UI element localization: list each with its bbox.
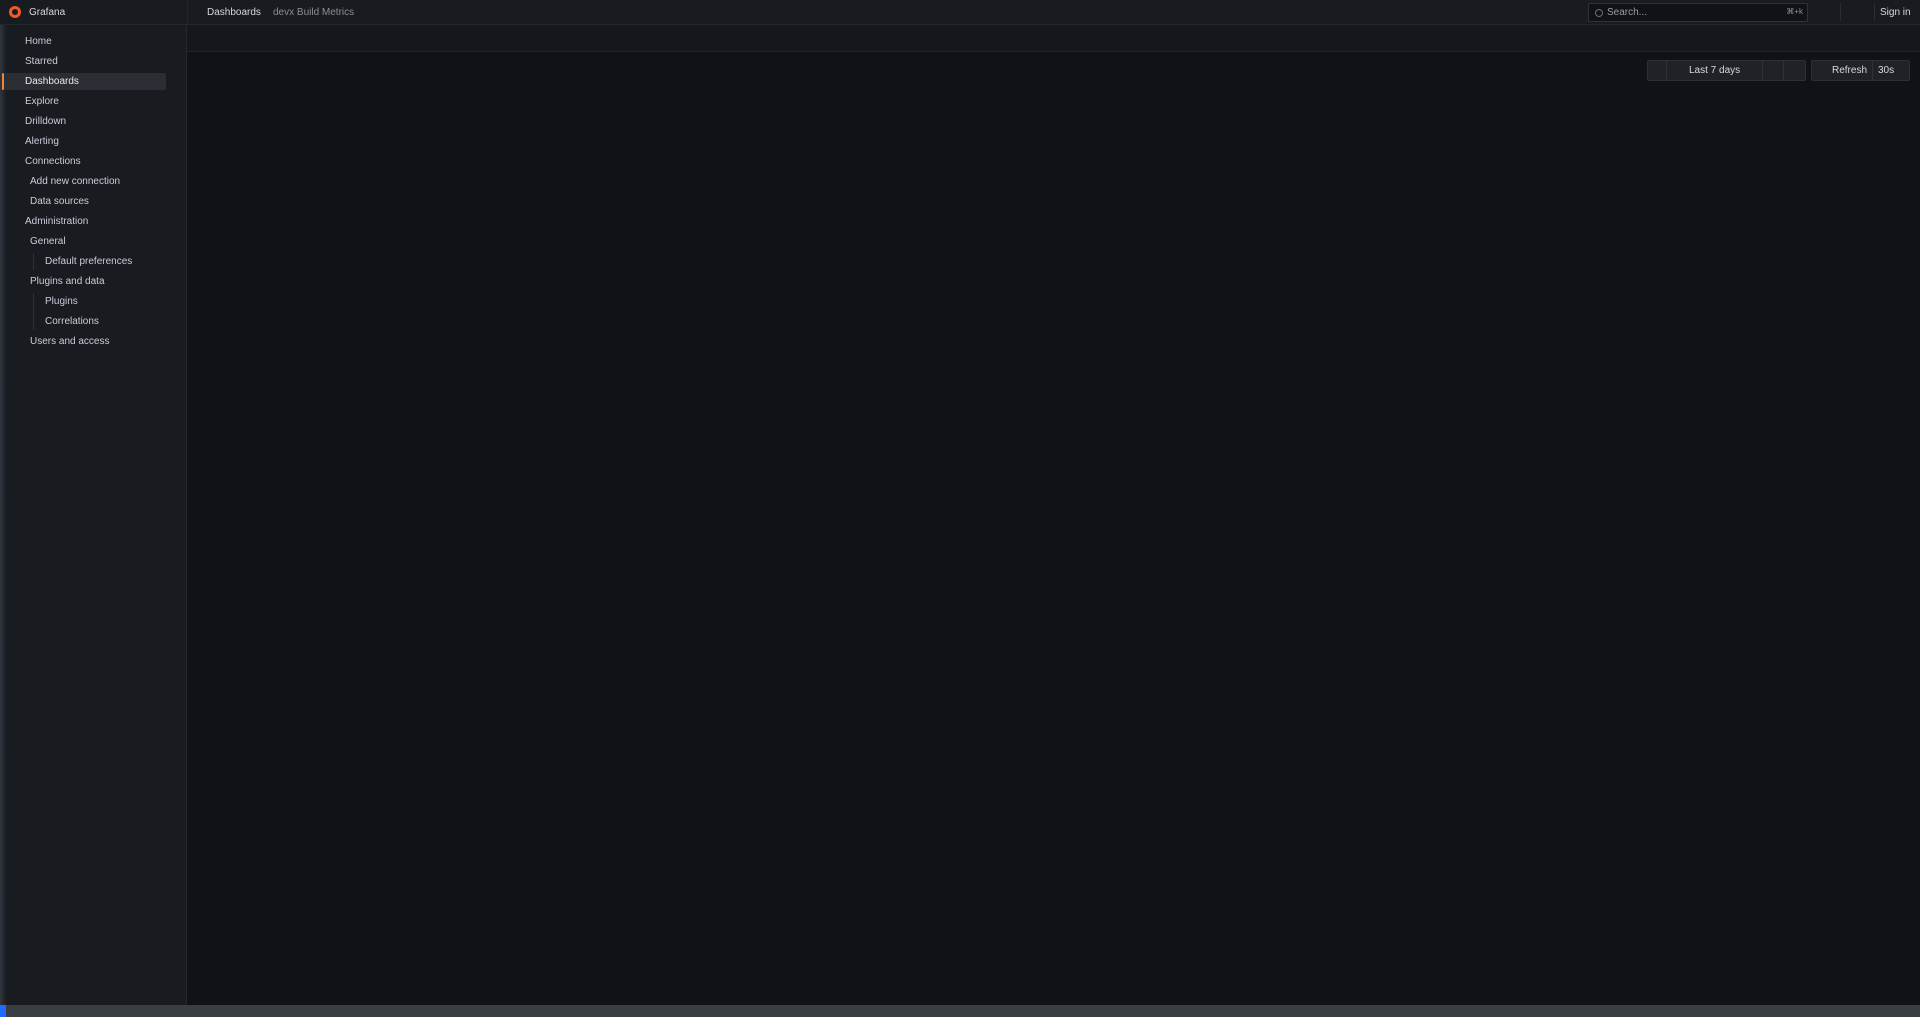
time-range-picker[interactable]: Last 7 days <box>1647 60 1806 81</box>
refresh-interval-select[interactable]: 30s <box>1878 65 1894 76</box>
tree-guide-line <box>33 253 34 270</box>
time-range-label[interactable]: Last 7 days <box>1689 65 1740 76</box>
sidebar-item-explore[interactable]: Explore <box>25 93 59 110</box>
search-shortcut: ⌘+k <box>1786 7 1803 16</box>
tree-guide-line <box>33 293 34 330</box>
divider <box>1762 61 1763 80</box>
sidebar-item-plugins[interactable]: Plugins <box>45 293 78 310</box>
divider <box>1874 3 1875 21</box>
sidebar-item-plugins-and-data[interactable]: Plugins and data <box>30 273 105 290</box>
sidebar-item-add-new-connection[interactable]: Add new connection <box>30 173 120 190</box>
refresh-button[interactable]: Refresh <box>1832 65 1867 76</box>
divider <box>1872 61 1873 80</box>
sidebar-item-alerting[interactable]: Alerting <box>25 133 59 150</box>
refresh-picker[interactable]: Refresh 30s <box>1811 60 1910 81</box>
divider <box>1840 3 1841 21</box>
sidebar-item-general[interactable]: General <box>30 233 66 250</box>
sidebar-item-data-sources[interactable]: Data sources <box>30 193 89 210</box>
top-nav-bar: Grafana Dashboards devx Build Metrics Se… <box>0 0 1920 25</box>
search-icon <box>1595 9 1603 17</box>
dashboard-toolbar <box>187 25 1920 52</box>
sidebar-item-correlations[interactable]: Correlations <box>45 313 99 330</box>
search-input[interactable]: Search... ⌘+k <box>1588 3 1808 22</box>
sidebar-item-label: Dashboards <box>25 76 79 87</box>
sidebar-item-dashboards[interactable]: Dashboards <box>2 73 166 90</box>
app-name: Grafana <box>29 7 66 18</box>
sidebar-item-connections[interactable]: Connections <box>25 153 81 170</box>
sidebar-item-administration[interactable]: Administration <box>25 213 88 230</box>
divider <box>1783 61 1784 80</box>
sidebar-item-default-preferences[interactable]: Default preferences <box>45 253 132 270</box>
divider <box>187 0 188 24</box>
sign-in-link[interactable]: Sign in <box>1880 7 1911 18</box>
sidebar-item-users-and-access[interactable]: Users and access <box>30 333 109 350</box>
sidebar-item-home[interactable]: Home <box>25 33 52 50</box>
sidebar-item-drilldown[interactable]: Drilldown <box>25 113 66 130</box>
breadcrumb-dashboards[interactable]: Dashboards <box>207 7 261 18</box>
grafana-logo-icon[interactable] <box>9 6 21 18</box>
search-placeholder: Search... <box>1607 7 1648 18</box>
sidebar-item-starred[interactable]: Starred <box>25 53 58 70</box>
sidebar-nav: Home Starred Dashboards Explore Drilldow… <box>2 25 187 1005</box>
status-bar <box>0 1005 1920 1017</box>
breadcrumb-current-page: devx Build Metrics <box>273 7 355 18</box>
divider <box>1666 61 1667 80</box>
status-bar-accent <box>0 1005 6 1017</box>
